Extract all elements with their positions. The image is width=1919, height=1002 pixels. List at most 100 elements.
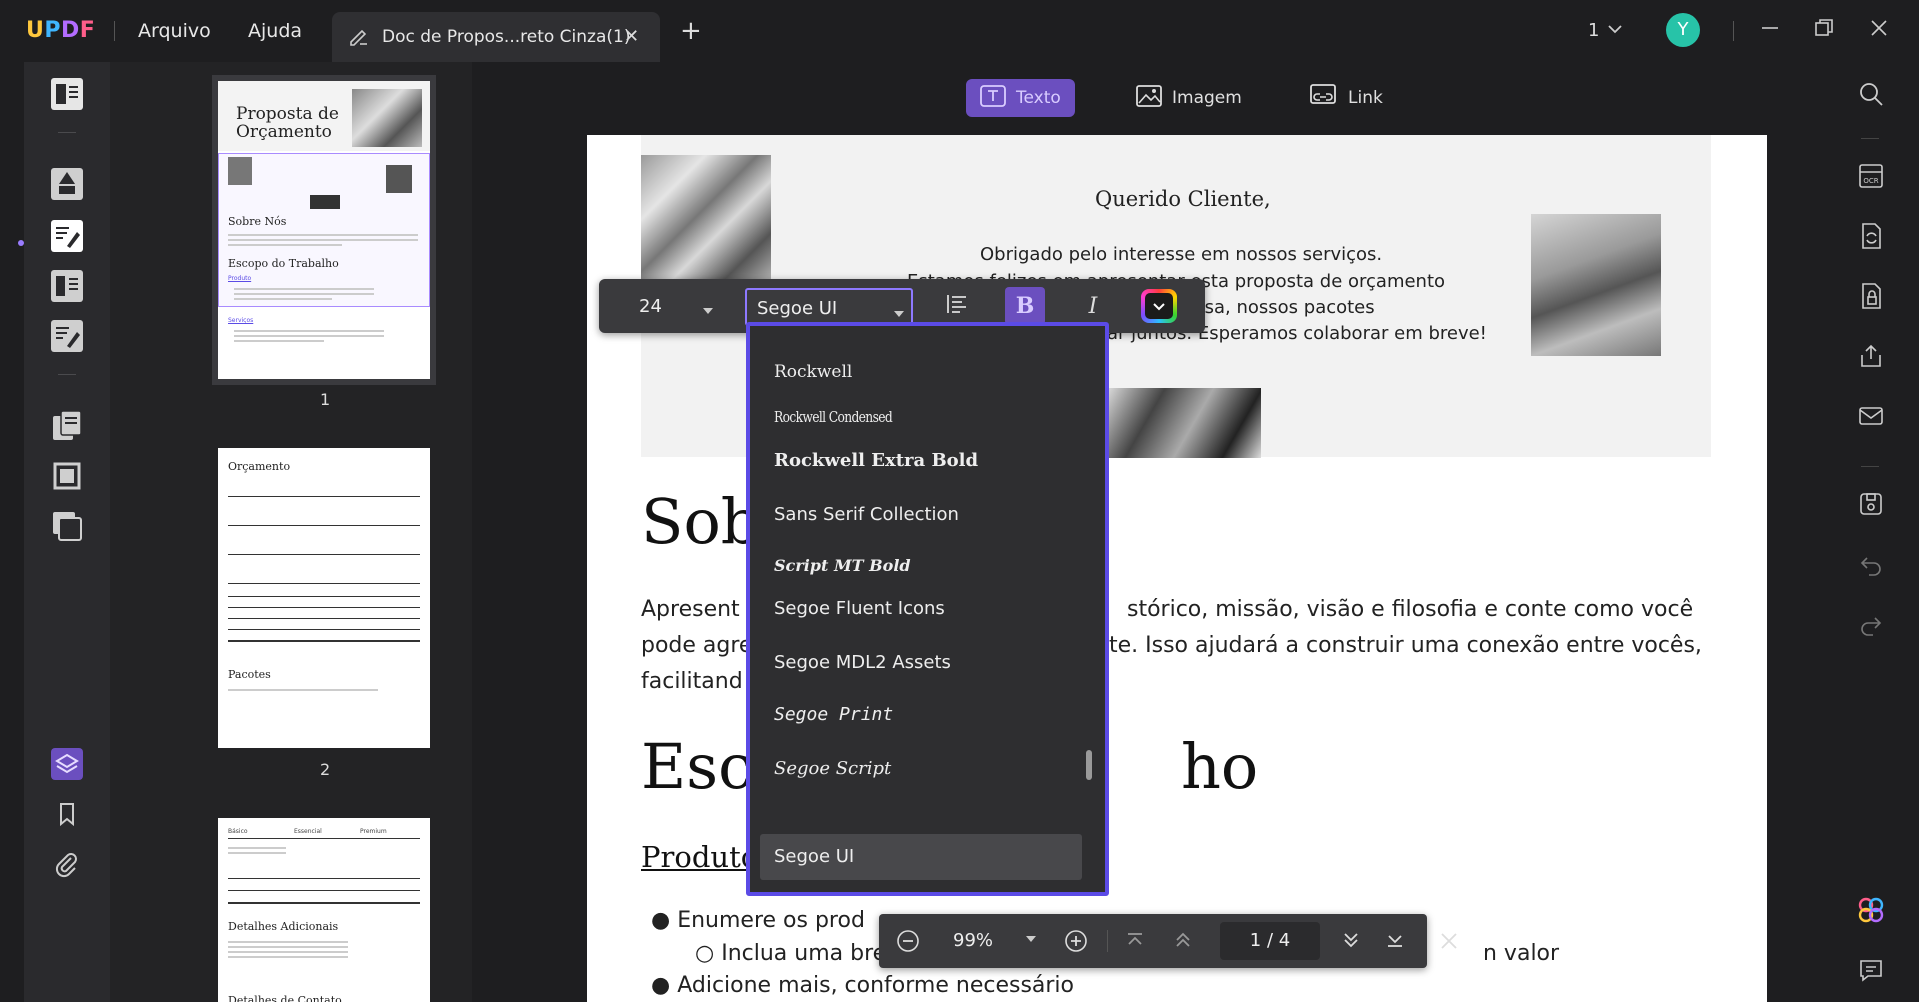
body-line-2b[interactable]: te. Isso ajudará a construir uma conexão… xyxy=(1109,633,1702,658)
zoom-level[interactable]: 99% xyxy=(953,930,993,951)
font-option-segoe-ui[interactable]: Segoe UI xyxy=(774,846,854,867)
font-option-segoe-mdl2-assets[interactable]: Segoe MDL2 Assets xyxy=(774,652,951,673)
last-page-icon[interactable] xyxy=(1383,928,1407,952)
font-option-segoe-fluent-icons[interactable]: Segoe Fluent Icons xyxy=(774,598,945,619)
close-zoom-bar-icon[interactable] xyxy=(1436,928,1462,958)
email-button[interactable] xyxy=(1853,400,1889,436)
italic-button[interactable]: I xyxy=(1073,287,1113,325)
font-option-rockwell[interactable]: Rockwell xyxy=(774,362,852,382)
crop-tool[interactable] xyxy=(47,458,87,498)
text-color-button[interactable] xyxy=(1141,289,1177,323)
text-tool-button[interactable]: Texto xyxy=(966,79,1075,117)
updf-logo[interactable]: UPDF xyxy=(26,18,95,43)
font-option-sans-serif-collection[interactable]: Sans Serif Collection xyxy=(774,504,959,525)
chevron-down-icon[interactable] xyxy=(702,301,714,320)
bullet-1[interactable]: ● Enumere os prod xyxy=(651,908,865,933)
close-tab-icon[interactable]: ✕ xyxy=(624,26,639,47)
font-option-rockwell-extra-bold[interactable]: Rockwell Extra Bold xyxy=(774,450,978,471)
dropdown-scrollbar[interactable] xyxy=(1086,750,1092,780)
building-photo[interactable] xyxy=(641,155,771,285)
save-button[interactable] xyxy=(1853,488,1889,524)
link-tool-button[interactable]: Link xyxy=(1296,79,1397,117)
typing-photo[interactable] xyxy=(1107,388,1261,458)
organize-tool[interactable] xyxy=(47,408,87,448)
font-option-segoe-print[interactable]: Segoe Print xyxy=(774,704,893,725)
font-family-dropdown[interactable]: Rockwell Rockwell Condensed Rockwell Ext… xyxy=(746,322,1109,896)
escopo-heading[interactable]: Esc xyxy=(641,730,753,803)
restore-icon[interactable] xyxy=(1812,16,1836,44)
bullet-2[interactable]: ● Adicione mais, conforme necessário xyxy=(651,973,1074,998)
minimize-icon[interactable] xyxy=(1758,16,1782,44)
thumb-title: Proposta de Orçamento xyxy=(236,104,339,142)
layers-tool[interactable] xyxy=(47,746,87,786)
edit-tool[interactable] xyxy=(47,218,87,258)
save-icon xyxy=(1858,491,1884,521)
font-option-script-mt-bold[interactable]: Script MT Bold xyxy=(774,556,911,575)
first-page-icon[interactable] xyxy=(1123,928,1147,952)
produto-heading[interactable]: Produto xyxy=(641,840,758,874)
convert-tool[interactable] xyxy=(47,508,87,548)
add-tab-icon[interactable]: + xyxy=(680,18,702,44)
font-family-select[interactable]: Segoe UI xyxy=(745,288,913,326)
body-line-1a[interactable]: Apresent xyxy=(641,597,740,622)
page-indicator[interactable]: 1 / 4 xyxy=(1220,922,1320,960)
thumbnail-page-2[interactable]: Orçamento Pacotes xyxy=(218,448,430,748)
zoom-in-icon[interactable] xyxy=(1063,928,1089,954)
svg-text:OCR: OCR xyxy=(1863,177,1878,185)
attachment-tool[interactable] xyxy=(47,846,87,886)
close-window-icon[interactable] xyxy=(1867,16,1891,44)
next-page-icon[interactable] xyxy=(1339,928,1363,952)
reader-tool[interactable] xyxy=(47,76,87,116)
body-line-3a[interactable]: facilitand xyxy=(641,669,743,694)
previous-page-icon[interactable] xyxy=(1171,928,1195,952)
left-toolbar xyxy=(18,62,110,1002)
font-option-rockwell-condensed[interactable]: Rockwell Condensed xyxy=(774,408,893,426)
thumb-orcamento: Orçamento xyxy=(228,460,291,473)
link-tool-label: Link xyxy=(1348,88,1383,108)
convert-button[interactable] xyxy=(1853,220,1889,256)
window-page-selector[interactable]: 1 xyxy=(1588,20,1599,41)
ai-assistant-button[interactable] xyxy=(1853,894,1889,930)
zoom-out-icon[interactable] xyxy=(895,928,921,954)
document-tab[interactable]: Doc de Propos...reto Cinza(1) ✕ xyxy=(332,12,660,62)
link-icon xyxy=(1310,83,1338,113)
font-option-segoe-script[interactable]: Segoe Script xyxy=(774,758,891,779)
organize-pages-icon xyxy=(49,408,85,448)
redo-button[interactable] xyxy=(1853,608,1889,644)
lock-file-icon xyxy=(1858,282,1884,314)
comments-button[interactable] xyxy=(1853,954,1889,990)
ocr-button[interactable]: OCR xyxy=(1853,160,1889,196)
menu-arquivo[interactable]: Arquivo xyxy=(138,20,211,42)
bookmark-tool[interactable] xyxy=(47,796,87,836)
escopo-heading-end[interactable]: ho xyxy=(1181,730,1258,803)
thumbnail-page-1[interactable]: Proposta de Orçamento Sobre Nós Escopo do… xyxy=(212,75,436,385)
font-size-value[interactable]: 24 xyxy=(639,296,662,317)
chevron-down-icon[interactable] xyxy=(1025,934,1037,944)
laptop-photo[interactable] xyxy=(1531,214,1661,356)
greeting-text[interactable]: Querido Cliente, xyxy=(1095,187,1271,211)
chevron-down-icon[interactable] xyxy=(1606,20,1624,42)
form-tool[interactable] xyxy=(47,268,87,308)
body-line-1b[interactable]: stórico, missão, visão e filosofia e con… xyxy=(1127,597,1693,622)
body-line-2a[interactable]: pode agre xyxy=(641,633,752,658)
sobre-heading[interactable]: Sob xyxy=(641,485,761,558)
align-button[interactable] xyxy=(937,287,977,325)
protect-button[interactable] xyxy=(1853,280,1889,316)
sub-bullet-1-end[interactable]: n valor xyxy=(1483,941,1559,966)
bold-button[interactable]: B xyxy=(1005,287,1045,325)
search-button[interactable] xyxy=(1853,78,1889,114)
thumbnail-page-3[interactable]: Básico Essencial Premium Detalhes Adicio… xyxy=(218,818,430,1002)
hero-line-1[interactable]: Obrigado pelo interesse em nossos serviç… xyxy=(980,244,1382,265)
fill-sign-tool[interactable] xyxy=(47,318,87,358)
layers-icon xyxy=(49,746,85,786)
share-button[interactable] xyxy=(1853,340,1889,376)
image-tool-button[interactable]: Imagem xyxy=(1122,79,1256,117)
sub-bullet-1[interactable]: ○ Inclua uma bre xyxy=(695,941,886,966)
thumbnail-page-number: 2 xyxy=(320,760,331,779)
avatar[interactable]: Y xyxy=(1666,13,1700,47)
redo-icon xyxy=(1859,612,1883,640)
undo-button[interactable] xyxy=(1853,548,1889,584)
comment-tool[interactable] xyxy=(47,166,87,206)
menu-ajuda[interactable]: Ajuda xyxy=(248,20,302,42)
image-tool-label: Imagem xyxy=(1172,88,1242,108)
